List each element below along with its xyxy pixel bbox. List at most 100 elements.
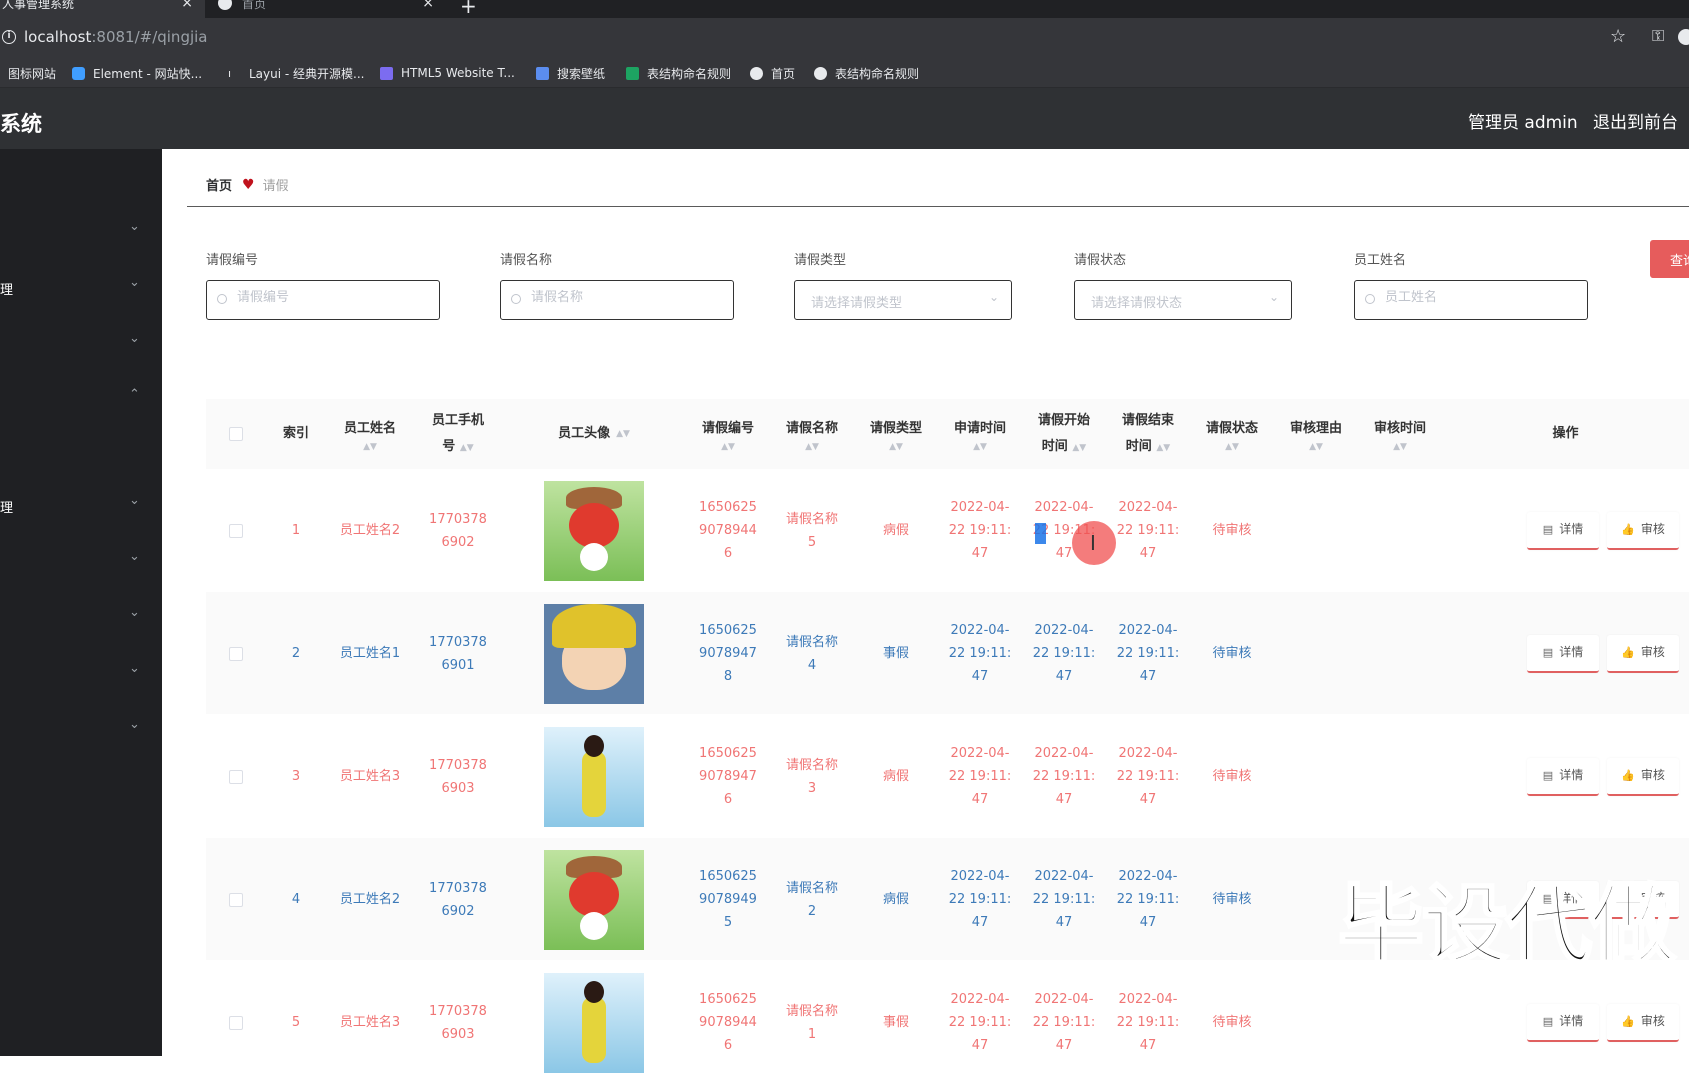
sidebar-menu-item[interactable]: ⌄ [0,535,162,591]
leave-status-select[interactable]: 请选择请假状态 ⌄ [1074,280,1292,320]
sidebar-menu-item[interactable]: ⌄ [0,703,162,759]
audit-button[interactable]: 👍 审核 [1607,757,1679,796]
employee-avatar[interactable] [544,726,644,827]
sort-icon[interactable]: ▲▼ [616,429,630,439]
th-employee-avatar[interactable]: 员工头像 ▲▼ [502,399,686,469]
bookmark-item[interactable]: 图标网站 [8,64,56,82]
sort-icon[interactable]: ▲▼ [1393,442,1407,452]
sidebar-menu-item[interactable]: 理 ⌄ [0,479,162,535]
url-field[interactable]: localhost:8081/#/qingjia [24,28,208,46]
sort-icon[interactable]: ▲▼ [1072,443,1086,453]
browser-tab-home[interactable]: 首页 × [208,0,446,18]
table-row[interactable]: 2 员工姓名1 1770378 6901 1650625 9078947 8 请假名称… [206,592,1689,715]
bookmark-item[interactable]: HTML5 Website T... [380,64,515,82]
sort-icon[interactable]: ▲▼ [1156,443,1170,453]
bookmark-item[interactable]: 表结构命名规则 [626,64,731,82]
profile-avatar[interactable] [1678,29,1689,45]
row-checkbox[interactable] [229,769,243,784]
employee-name-input[interactable] [1385,290,1571,305]
browser-tab-active[interactable]: 人事管理系统 × [0,0,205,18]
search-icon [1365,294,1375,304]
sort-icon[interactable]: ▲▼ [363,442,377,452]
table-row[interactable]: 1 员工姓名2 1770378 6902 1650625 9078944 6 请假名称… [206,469,1689,592]
detail-button[interactable]: ▤ 详情 [1527,511,1599,550]
query-button[interactable]: 查询 [1650,240,1689,278]
sort-icon[interactable]: ▲▼ [1309,442,1323,452]
cell-employee-name: 员工姓名2 [339,523,401,538]
time-line: 22 19:11: [1032,892,1096,907]
leave-code-input-box[interactable] [206,280,440,320]
sort-icon[interactable]: ▲▼ [805,442,819,452]
sidebar-menu-item[interactable]: ⌄ [0,205,162,261]
table-icon [626,66,639,80]
cell-index: 2 [291,646,301,661]
sidebar-menu-item[interactable]: ⌄ [0,591,162,647]
th-leave-type[interactable]: 请假类型 ▲▼ [854,399,938,469]
sort-icon[interactable]: ▲▼ [1225,442,1239,452]
employee-avatar[interactable] [544,603,644,704]
row-checkbox[interactable] [229,523,243,538]
sort-icon[interactable]: ▲▼ [973,442,987,452]
detail-label: 详情 [1559,522,1584,536]
phone-line: 6902 [441,903,475,919]
th-leave-status[interactable]: 请假状态 ▲▼ [1190,399,1274,469]
sidebar-menu-item[interactable]: ⌄ [0,317,162,373]
sort-icon[interactable]: ▲▼ [721,442,735,452]
leave-name-input-box[interactable] [500,280,734,320]
tab-close-icon[interactable]: × [422,0,434,10]
breadcrumb-home[interactable]: 首页 [206,175,232,194]
key-icon[interactable]: ⚿ [1652,26,1664,46]
employee-avatar[interactable] [544,972,644,1073]
bookmark-item[interactable]: 搜索壁纸 [536,64,605,82]
audit-button[interactable]: 👍 审核 [1607,1003,1679,1042]
leave-code-input[interactable] [237,290,423,305]
cell-leave-code: 1650625 9078949 5 [686,838,770,961]
th-leave-code[interactable]: 请假编号 ▲▼ [686,399,770,469]
row-checkbox[interactable] [229,892,243,907]
bookmark-item[interactable]: 表结构命名规则 [814,64,919,82]
th-end-time[interactable]: 请假结束 时间 ▲▼ [1106,399,1190,469]
th-review-reason[interactable]: 审核理由 ▲▼ [1274,399,1358,469]
detail-button[interactable]: ▤ 详情 [1527,1003,1599,1042]
sort-icon[interactable]: ▲▼ [460,443,474,453]
cell-leave-name: 请假名称 4 [770,592,854,715]
site-info-icon[interactable]: i [2,30,16,44]
sidebar-menu-item[interactable]: ⌄ [0,647,162,703]
sort-icon[interactable]: ▲▼ [889,442,903,452]
sidebar-menu-item[interactable]: ⌃ [0,373,162,429]
employee-avatar[interactable] [544,480,644,581]
exit-to-frontend-link[interactable]: 退出到前台 [1593,108,1678,133]
th-operations: 操作 [1442,399,1689,469]
sidebar-menu-item[interactable]: 理 ⌄ [0,261,162,317]
th-apply-time[interactable]: 申请时间 ▲▼ [938,399,1022,469]
detail-button[interactable]: ▤ 详情 [1527,757,1599,796]
cell-avatar [502,469,686,592]
th-leave-name[interactable]: 请假名称 ▲▼ [770,399,854,469]
audit-button[interactable]: 👍 审核 [1607,634,1679,673]
leave-name-input[interactable] [531,290,717,305]
time-line: 2022-04- [1034,500,1094,515]
tab-close-icon[interactable]: × [181,0,193,10]
row-checkbox[interactable] [229,1015,243,1030]
th-employee-name[interactable]: 员工姓名 ▲▼ [326,399,414,469]
watermark-text: 毕设代做 [1337,875,1678,978]
time-line: 47 [1139,669,1157,684]
employee-avatar[interactable] [544,849,644,950]
audit-button[interactable]: 👍 审核 [1607,511,1679,550]
row-checkbox[interactable] [229,646,243,661]
bookmark-star-icon[interactable]: ☆ [1610,26,1626,47]
time-line: 2022-04- [950,869,1010,884]
bookmark-item[interactable]: ı Layui - 经典开源模... [228,64,364,82]
table-row[interactable]: 3 员工姓名3 1770378 6903 1650625 9078947 6 请假名称… [206,715,1689,838]
select-all-checkbox[interactable] [229,427,243,441]
bookmark-item[interactable]: 首页 [750,64,795,82]
new-tab-button[interactable]: + [460,0,477,18]
leave-type-select[interactable]: 请选择请假类型 ⌄ [794,280,1012,320]
detail-button[interactable]: ▤ 详情 [1527,634,1599,673]
bookmark-item[interactable]: Element - 网站快... [72,64,202,82]
employee-name-input-box[interactable] [1354,280,1588,320]
th-start-time[interactable]: 请假开始 时间 ▲▼ [1022,399,1106,469]
th-review-time[interactable]: 审核时间 ▲▼ [1358,399,1442,469]
chevron-up-icon: ⌃ [129,387,140,402]
th-employee-phone[interactable]: 员工手机号 ▲▼ [414,399,502,469]
